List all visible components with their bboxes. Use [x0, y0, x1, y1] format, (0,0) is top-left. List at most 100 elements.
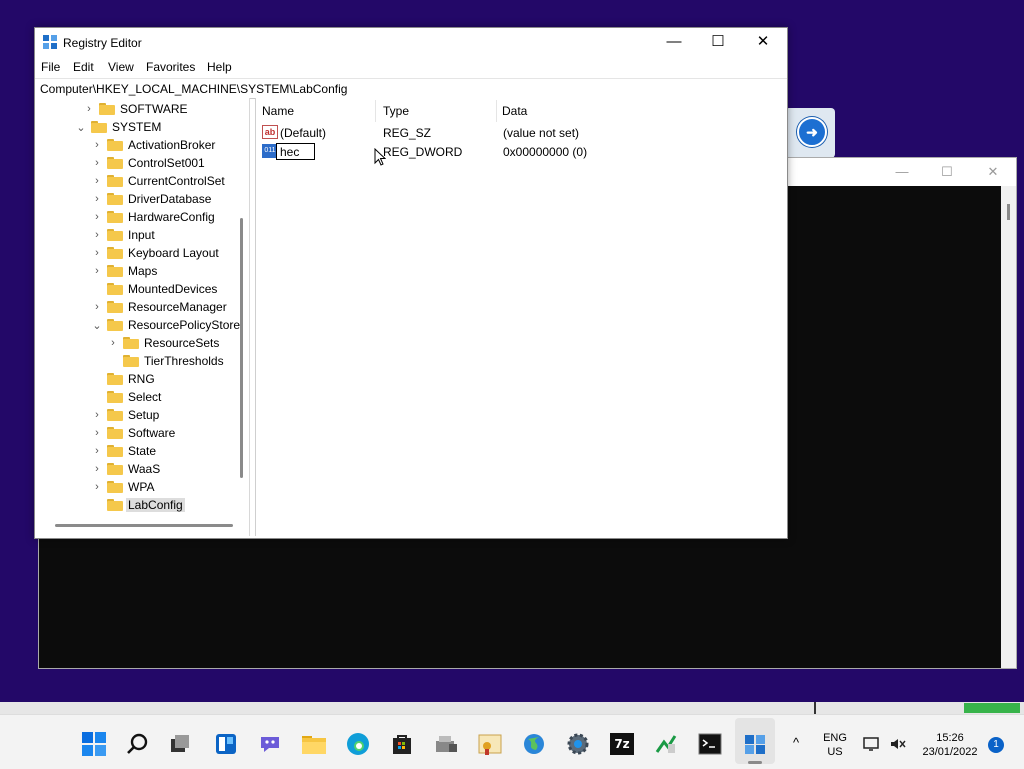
- menu-file[interactable]: File: [41, 60, 60, 74]
- menu-view[interactable]: View: [108, 60, 134, 74]
- expand-chevron-icon[interactable]: ›: [107, 334, 119, 352]
- start-icon[interactable]: [79, 729, 109, 759]
- values-list[interactable]: Name Type Data ab (Default) REG_SZ (valu…: [255, 98, 787, 536]
- green-app-icon[interactable]: [651, 729, 681, 759]
- tree-item-mounteddevices[interactable]: MountedDevices: [91, 280, 217, 298]
- collapse-chevron-icon[interactable]: ⌄: [91, 316, 103, 334]
- tree-item-rng[interactable]: RNG: [91, 370, 155, 388]
- chat-icon[interactable]: [255, 729, 285, 759]
- language-indicator[interactable]: ENG US: [820, 731, 850, 759]
- task-view-icon[interactable]: [165, 729, 195, 759]
- expand-chevron-icon[interactable]: ›: [91, 244, 103, 262]
- store-icon[interactable]: [387, 729, 417, 759]
- tree-item-driverdatabase[interactable]: › DriverDatabase: [91, 190, 211, 208]
- search-icon[interactable]: [123, 729, 153, 759]
- expand-chevron-icon: [107, 352, 119, 370]
- tree-item-label: Input: [128, 228, 155, 242]
- widgets-icon[interactable]: [211, 729, 241, 759]
- value-name[interactable]: (Default): [280, 126, 326, 140]
- region-code: US: [827, 746, 843, 758]
- titlebar[interactable]: Registry Editor — ☐ ✕: [35, 28, 787, 58]
- expand-chevron-icon[interactable]: ›: [91, 154, 103, 172]
- certificate-icon[interactable]: [475, 729, 505, 759]
- installer-icon[interactable]: [431, 729, 461, 759]
- collapse-chevron-icon[interactable]: ⌄: [75, 118, 87, 136]
- volume-muted-icon[interactable]: [886, 732, 910, 756]
- tree-item-system[interactable]: ⌄ SYSTEM: [75, 118, 161, 136]
- tree-item-wpa[interactable]: › WPA: [91, 478, 154, 496]
- column-name[interactable]: Name: [256, 100, 376, 122]
- tree-item-state[interactable]: › State: [91, 442, 156, 460]
- expand-chevron-icon: [91, 280, 103, 298]
- expand-chevron-icon[interactable]: ›: [91, 460, 103, 478]
- console-maximize-button[interactable]: ☐: [924, 162, 970, 182]
- tree-vertical-scrollbar[interactable]: [240, 218, 243, 478]
- show-hidden-icons-chevron[interactable]: ^: [793, 736, 799, 750]
- address-bar[interactable]: Computer\HKEY_LOCAL_MACHINE\SYSTEM\LabCo…: [35, 78, 787, 99]
- tree-item-keyboard-layout[interactable]: › Keyboard Layout: [91, 244, 219, 262]
- tree-item-software[interactable]: › Software: [91, 424, 175, 442]
- folder-icon: [107, 463, 123, 475]
- file-explorer-icon[interactable]: [299, 729, 329, 759]
- rename-input[interactable]: hec: [276, 143, 315, 160]
- expand-chevron-icon[interactable]: ›: [91, 136, 103, 154]
- minimize-button[interactable]: —: [651, 28, 697, 56]
- tree-item-maps[interactable]: › Maps: [91, 262, 157, 280]
- clock[interactable]: 15:26 23/01/2022: [916, 731, 984, 759]
- console-minimize-button[interactable]: —: [879, 162, 925, 182]
- tree-horizontal-scrollbar[interactable]: [55, 524, 233, 527]
- 7zip-icon[interactable]: 7z: [607, 729, 637, 759]
- expand-chevron-icon[interactable]: ›: [91, 298, 103, 316]
- expand-chevron-icon[interactable]: ›: [83, 100, 95, 118]
- expand-chevron-icon[interactable]: ›: [91, 442, 103, 460]
- close-button[interactable]: ✕: [740, 28, 786, 56]
- tree-item-activationbroker[interactable]: › ActivationBroker: [91, 136, 215, 154]
- tree-item-currentcontrolset[interactable]: › CurrentControlSet: [91, 172, 225, 190]
- expand-chevron-icon[interactable]: ›: [91, 190, 103, 208]
- expand-chevron-icon[interactable]: ›: [91, 478, 103, 496]
- progress-bar: [964, 703, 1020, 713]
- console-close-button[interactable]: ✕: [970, 162, 1016, 182]
- expand-chevron-icon[interactable]: ›: [91, 226, 103, 244]
- folder-icon: [123, 355, 139, 367]
- expand-chevron-icon[interactable]: ›: [91, 172, 103, 190]
- tree-item-resourcemanager[interactable]: › ResourceManager: [91, 298, 227, 316]
- regedit-icon[interactable]: [740, 729, 770, 759]
- next-arrow-icon[interactable]: ➜: [797, 117, 827, 147]
- tree-item-select[interactable]: Select: [91, 388, 161, 406]
- menu-bar: File Edit View Favorites Help: [35, 58, 787, 78]
- network-icon[interactable]: [860, 732, 884, 756]
- expand-chevron-icon: [91, 388, 103, 406]
- expand-chevron-icon[interactable]: ›: [91, 208, 103, 226]
- column-type[interactable]: Type: [377, 100, 497, 122]
- tree-item-resourcesets[interactable]: › ResourceSets: [107, 334, 219, 352]
- folder-icon: [107, 373, 123, 385]
- tree-item-controlset001[interactable]: › ControlSet001: [91, 154, 205, 172]
- tree-item-setup[interactable]: › Setup: [91, 406, 159, 424]
- expand-chevron-icon[interactable]: ›: [91, 406, 103, 424]
- tree-item-hardwareconfig[interactable]: › HardwareConfig: [91, 208, 215, 226]
- settings-icon[interactable]: [563, 729, 593, 759]
- maximize-button[interactable]: ☐: [695, 28, 741, 56]
- edge-icon[interactable]: [343, 729, 373, 759]
- menu-help[interactable]: Help: [207, 60, 232, 74]
- console-scrollbar[interactable]: [1001, 186, 1016, 668]
- tree-item-labconfig[interactable]: LabConfig: [91, 496, 185, 514]
- terminal-icon[interactable]: [695, 729, 725, 759]
- expand-chevron-icon[interactable]: ›: [91, 424, 103, 442]
- window-title: Registry Editor: [63, 36, 142, 50]
- tree-item-software[interactable]: › SOFTWARE: [83, 100, 187, 118]
- key-tree[interactable]: › SOFTWARE ⌄ SYSTEM › ActivationBroker › Contro…: [35, 98, 250, 536]
- tree-item-resourcepolicystore[interactable]: ⌄ ResourcePolicyStore: [91, 316, 240, 334]
- column-data[interactable]: Data: [496, 100, 786, 122]
- tree-item-input[interactable]: › Input: [91, 226, 155, 244]
- tree-item-waas[interactable]: › WaaS: [91, 460, 160, 478]
- expand-chevron-icon[interactable]: ›: [91, 262, 103, 280]
- active-app-indicator: [748, 761, 762, 764]
- notification-badge[interactable]: 1: [988, 737, 1004, 753]
- tree-item-tierthresholds[interactable]: TierThresholds: [107, 352, 224, 370]
- menu-favorites[interactable]: Favorites: [146, 60, 195, 74]
- globe-icon[interactable]: [519, 729, 549, 759]
- menu-edit[interactable]: Edit: [73, 60, 94, 74]
- folder-icon: [99, 103, 115, 115]
